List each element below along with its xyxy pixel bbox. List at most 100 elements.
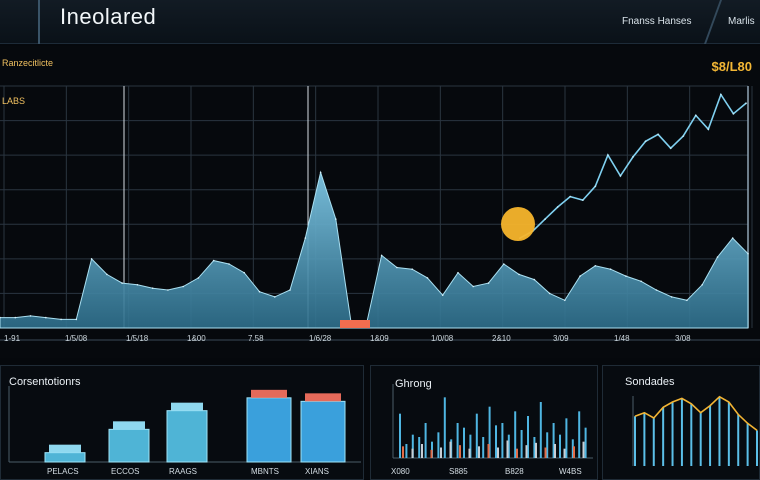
panel3-bar	[634, 416, 636, 466]
panel2-x-label: X080	[391, 467, 410, 476]
panel2-x-label: B828	[505, 467, 524, 476]
line-point	[556, 206, 559, 208]
x-tick-label: 1-91	[4, 334, 21, 343]
area-point	[182, 285, 184, 288]
area-point	[258, 290, 261, 293]
area-point	[212, 259, 215, 262]
low-marker	[340, 320, 370, 328]
area-point	[518, 273, 520, 276]
panel2-bar-blue	[514, 411, 517, 458]
x-tick-label: 1/48	[614, 334, 630, 343]
line-point	[745, 102, 747, 105]
panel1-bar	[300, 393, 346, 463]
panel2-bar-accent	[411, 448, 414, 458]
line-point	[619, 175, 622, 177]
price-readout: $8/L80	[711, 59, 752, 74]
panel2-bar-blue	[482, 437, 485, 458]
area-point	[90, 258, 93, 260]
area-point	[121, 282, 123, 284]
panel2-bar-accent	[506, 440, 509, 458]
line-point	[569, 195, 572, 198]
panel2-bar-accent	[478, 446, 480, 458]
panel2-bar-blue	[520, 430, 523, 458]
area-point	[533, 278, 536, 281]
menu-corner[interactable]	[0, 0, 40, 44]
area-point	[106, 273, 108, 276]
x-tick-label: 1/0/08	[431, 334, 454, 343]
x-tick-label: 1&00	[187, 334, 206, 343]
panel1-bar	[44, 444, 86, 463]
area-point	[396, 266, 398, 269]
panel1-bar	[166, 402, 208, 463]
main-chart-svg[interactable]	[0, 46, 760, 358]
area-point	[136, 284, 139, 286]
main-chart-panel: Ranzecitlicte LABS $8/L80 1-91 1/5/08 1/5/…	[0, 46, 760, 358]
area-point	[228, 263, 230, 265]
x-tick-label: 1/5/08	[65, 334, 88, 343]
panel3-bar	[662, 407, 665, 466]
panel2-bar-blue	[559, 434, 561, 458]
panel2-bar-blue	[437, 432, 440, 458]
panel2-bar-blue	[456, 423, 459, 458]
panel2-bar-accent	[563, 448, 566, 458]
panel2-bar-blue	[539, 402, 542, 458]
line-point	[581, 199, 584, 202]
area-series-path	[0, 170, 749, 329]
line-point	[669, 147, 672, 150]
x-tick-label: 2&10	[492, 334, 511, 343]
panel2-bar-accent	[554, 444, 556, 458]
area-point	[335, 218, 337, 220]
line-point	[632, 156, 634, 158]
panel1-x-label: MBNTS	[251, 467, 279, 476]
line-point	[732, 112, 735, 115]
area-point	[670, 296, 673, 298]
x-tick-label: 3/08	[675, 334, 691, 343]
area-point	[655, 289, 658, 291]
panel3-bar	[699, 412, 702, 466]
area-point	[716, 256, 719, 258]
panel1-bar-cap	[49, 444, 81, 453]
panel-growth-chart[interactable]	[371, 366, 599, 480]
area-point	[426, 277, 429, 279]
line-point	[594, 185, 597, 188]
chart-top-label: Ranzecitlicte	[2, 58, 54, 68]
area-point	[29, 315, 32, 317]
area-point	[457, 271, 459, 274]
panel1-x-label: ECCOS	[111, 467, 140, 476]
panel2-bar-accent	[573, 446, 575, 458]
chart-axis-label: LABS	[2, 96, 26, 106]
area-point	[274, 296, 276, 298]
x-tick-label: 1/6/28	[309, 334, 332, 343]
area-point	[151, 287, 154, 289]
area-point	[640, 280, 642, 283]
finances-button[interactable]: Fnanss Hanses	[616, 14, 697, 29]
panel3-bar	[652, 418, 655, 466]
markets-button[interactable]: Marlis	[722, 14, 760, 29]
panel1-x-label: PELACS	[47, 467, 79, 476]
panel1-bar-body	[300, 400, 346, 463]
panel2-x-label: S885	[449, 467, 468, 476]
area-point	[472, 285, 475, 288]
line-point	[720, 93, 722, 96]
area-point	[441, 294, 444, 296]
panel2-bar-blue	[424, 423, 427, 458]
area-point	[380, 254, 383, 257]
panel2-bar-blue	[418, 437, 421, 458]
panel-sources-chart[interactable]	[603, 366, 760, 480]
area-point	[487, 282, 490, 284]
app-title: Ineolared	[60, 4, 157, 29]
area-point	[503, 263, 505, 265]
x-tick-label: 7.58	[248, 334, 264, 343]
panel2-bar-accent	[582, 441, 585, 458]
panel-consumption-chart[interactable]	[1, 366, 365, 480]
panel-sources: Sondades	[602, 365, 760, 480]
area-point	[319, 171, 322, 174]
panel2-bar-blue	[475, 413, 478, 458]
panel2-bar-blue	[584, 427, 587, 458]
area-point	[731, 237, 734, 239]
panel3-bar	[643, 412, 646, 466]
area-point	[579, 275, 581, 277]
area-point	[564, 299, 566, 302]
area-point	[304, 237, 307, 239]
x-tick-label: 1/5/18	[126, 334, 149, 343]
